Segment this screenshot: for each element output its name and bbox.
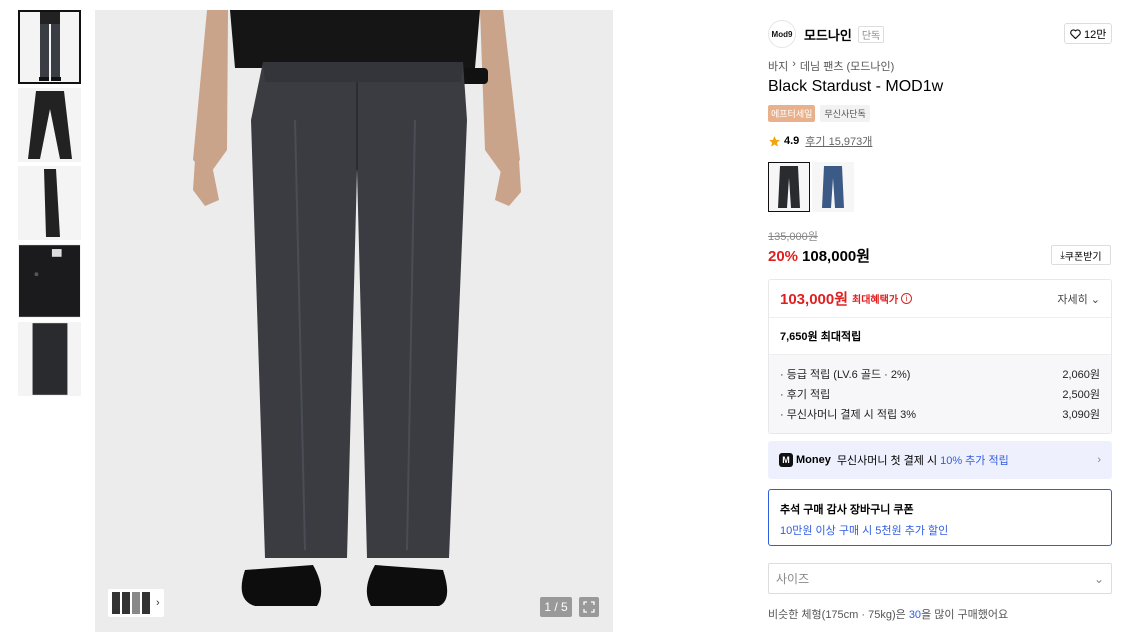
coupon-button-label: 쿠폰받기: [1064, 251, 1102, 263]
points-row: · 후기 적립 2,500원: [780, 384, 1100, 404]
brand-name[interactable]: 모드나인: [804, 25, 852, 44]
coupon-title: 추석 구매 감사 장바구니 쿠폰: [780, 504, 914, 516]
max-benefit-price: 103,000원: [780, 291, 849, 308]
points-list: · 등급 적립 (LV.6 골드 · 2%) 2,060원 · 후기 적립 2,…: [769, 355, 1111, 433]
similar-post: 을 많이 구매했어요: [921, 609, 1009, 621]
like-count: 12만: [1084, 28, 1107, 41]
detail-toggle[interactable]: 자세히 ⌄: [1057, 291, 1100, 307]
thumbnail-5[interactable]: [18, 322, 81, 396]
star-icon: [769, 135, 780, 147]
color-options: [768, 162, 854, 212]
breadcrumb-item[interactable]: 데님 팬츠 (모드나인): [800, 58, 894, 74]
points-value: 3,090원: [1062, 409, 1100, 421]
thumbnail-2[interactable]: [18, 88, 81, 162]
rating-score: 4.9: [784, 135, 800, 147]
color-option-black[interactable]: [768, 162, 810, 212]
money-logo-icon: M: [779, 453, 793, 467]
breadcrumb: 바지 › 데님 팬츠 (모드나인): [768, 58, 894, 74]
product-info-panel: Mod9 모드나인 단독 12만 바지 › 데님 팬츠 (모드나인) Black…: [754, 0, 1125, 640]
sale-badge: 에프터세일: [768, 105, 816, 122]
thumbnail-1[interactable]: [18, 10, 81, 84]
points-row: · 등급 적립 (LV.6 골드 · 2%) 2,060원: [780, 364, 1100, 384]
thumbnail-4[interactable]: [18, 244, 81, 318]
reviews-link[interactable]: 후기 15,973개: [805, 133, 872, 149]
original-price: 135,000원: [768, 231, 818, 243]
price-row: 20% 108,000원: [768, 245, 870, 266]
points-total: 7,650원 최대적립: [769, 318, 1111, 355]
size-select[interactable]: 사이즈 ⌄: [768, 563, 1112, 594]
info-icon[interactable]: i: [901, 293, 913, 304]
thumbnail-list: [18, 10, 81, 400]
model-photo: [193, 10, 521, 606]
similar-body-text: 비슷한 체형(175cm · 75kg)은 30을 많이 구매했어요: [768, 606, 1008, 622]
coupon-description: 10만원 이상 구매 시 5천원 추가 할인: [780, 525, 949, 537]
detail-label: 자세히: [1057, 293, 1088, 306]
max-benefit-label: 최대혜택가: [852, 295, 899, 306]
brand-logo[interactable]: Mod9: [768, 20, 796, 48]
mini-thumb: [112, 592, 120, 614]
chevron-right-icon: ›: [792, 58, 796, 70]
money-promo-banner[interactable]: M Money 무신사머니 첫 결제 시 10% 추가 적립 ›: [768, 441, 1112, 479]
brand-row[interactable]: Mod9 모드나인 단독: [768, 20, 885, 48]
chevron-down-icon: ⌄: [1090, 293, 1100, 306]
mini-thumb: [132, 592, 140, 614]
cart-coupon-banner[interactable]: 추석 구매 감사 장바구니 쿠폰 10만원 이상 구매 시 5천원 추가 할인: [768, 489, 1112, 546]
chevron-down-icon: ⌄: [1093, 571, 1104, 586]
mini-thumb: [122, 592, 130, 614]
brand-tag: 단독: [857, 25, 885, 43]
thumbnail-3[interactable]: [18, 166, 81, 240]
image-counter: 1 / 5: [540, 597, 572, 617]
like-button[interactable]: 12만: [1064, 23, 1113, 44]
badge-row: 에프터세일 무신사단독: [768, 105, 870, 122]
breadcrumb-item[interactable]: 바지: [768, 58, 788, 74]
money-brand: Money: [796, 454, 831, 466]
points-label: · 무신사머니 결제 시 적립 3%: [780, 409, 917, 421]
coupon-download-button[interactable]: ⤓ 쿠폰받기: [1051, 245, 1111, 265]
heart-icon: [1070, 28, 1081, 39]
color-option-blue[interactable]: [812, 162, 854, 212]
mini-thumb: [142, 592, 150, 614]
money-highlight: 10% 추가 적립: [940, 455, 1009, 467]
points-row: · 무신사머니 결제 시 적립 3% 3,090원: [780, 404, 1100, 424]
benefit-header[interactable]: 103,000원 최대혜택가 i 자세히 ⌄: [769, 280, 1111, 318]
similar-highlight[interactable]: 30: [909, 609, 921, 621]
points-label: · 등급 적립 (LV.6 골드 · 2%): [780, 369, 911, 381]
size-placeholder: 사이즈: [776, 572, 810, 586]
points-label: · 후기 적립: [780, 389, 831, 401]
exclusive-badge: 무신사단독: [820, 105, 870, 122]
expand-icon[interactable]: [579, 597, 599, 617]
product-title: Black Stardust - MOD1w: [768, 78, 944, 95]
chevron-right-icon: ›: [156, 597, 160, 609]
chevron-right-icon: ›: [1097, 454, 1101, 466]
points-value: 2,060원: [1062, 369, 1100, 381]
money-text: 무신사머니 첫 결제 시: [836, 455, 938, 467]
points-value: 2,500원: [1062, 389, 1100, 401]
main-product-image[interactable]: › 1 / 5: [95, 10, 613, 632]
benefit-box: 103,000원 최대혜택가 i 자세히 ⌄ 7,650원 최대적립 · 등급 …: [768, 279, 1112, 434]
similar-pre: 비슷한 체형(175cm · 75kg)은: [768, 609, 906, 621]
discount-rate: 20%: [768, 248, 799, 265]
rating-row: 4.9 후기 15,973개: [768, 133, 872, 149]
sale-price: 108,000원: [802, 248, 871, 265]
image-mini-strip[interactable]: ›: [108, 589, 164, 617]
